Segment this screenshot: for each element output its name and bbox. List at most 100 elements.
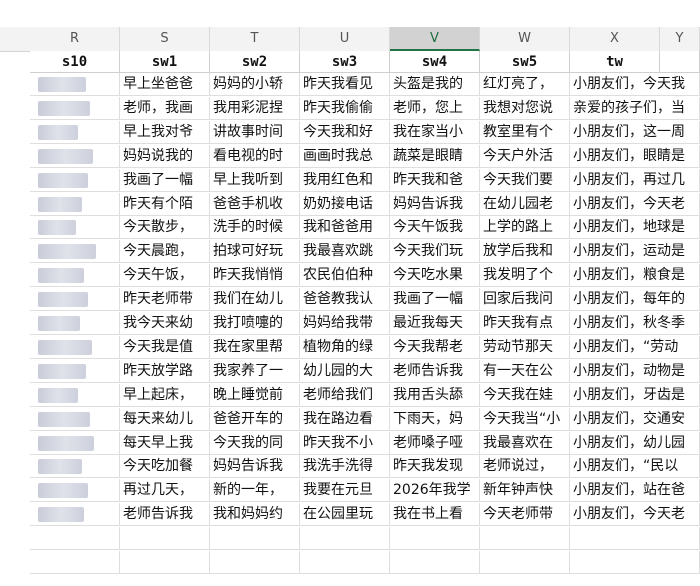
table-cell[interactable]: 小朋友们，每年的 bbox=[570, 288, 700, 312]
redacted-cell[interactable] bbox=[30, 73, 120, 96]
table-cell[interactable]: 今天我在娃 bbox=[480, 383, 570, 407]
redacted-cell[interactable] bbox=[30, 312, 120, 335]
empty-cell[interactable] bbox=[390, 527, 480, 551]
header-cell-sw1[interactable]: sw1 bbox=[120, 51, 210, 73]
column-letter-Y[interactable]: Y bbox=[660, 27, 700, 51]
table-cell[interactable]: 我画了一幅 bbox=[390, 288, 480, 312]
table-cell[interactable]: 早上我对爷 bbox=[120, 120, 210, 144]
redacted-cell[interactable] bbox=[30, 168, 120, 192]
table-cell[interactable]: 在幼儿园老 bbox=[480, 192, 570, 216]
table-cell[interactable]: 小朋友们，运动是 bbox=[570, 240, 700, 264]
table-cell[interactable]: 我在路边看 bbox=[300, 407, 390, 431]
table-cell[interactable]: 幼儿园的大 bbox=[300, 359, 390, 383]
table-cell[interactable]: 我和妈妈约 bbox=[210, 503, 300, 527]
table-cell[interactable]: 在公园里玩 bbox=[300, 503, 390, 527]
table-cell[interactable]: 今天我当“小 bbox=[480, 407, 570, 431]
redacted-cell[interactable] bbox=[30, 240, 120, 264]
table-cell[interactable]: 小朋友们，眼睛是 bbox=[570, 144, 700, 168]
table-cell[interactable]: 小朋友们，今天老 bbox=[570, 192, 700, 216]
table-cell[interactable]: 今天我们玩 bbox=[390, 240, 480, 264]
table-cell[interactable]: 红灯亮了， bbox=[480, 73, 570, 96]
table-cell[interactable]: 小朋友们，交通安 bbox=[570, 407, 700, 431]
table-cell[interactable]: 放学后我和 bbox=[480, 240, 570, 264]
column-letter-W[interactable]: W bbox=[480, 27, 570, 51]
table-cell[interactable]: 我们在幼儿 bbox=[210, 288, 300, 312]
table-cell[interactable]: 昨天我悄悄 bbox=[210, 264, 300, 288]
empty-cell[interactable] bbox=[120, 551, 210, 574]
redacted-cell[interactable] bbox=[30, 503, 120, 527]
table-cell[interactable]: 奶奶接电话 bbox=[300, 192, 390, 216]
table-cell[interactable]: 昨天放学路 bbox=[120, 359, 210, 383]
table-cell[interactable]: 今天午饭， bbox=[120, 264, 210, 288]
table-cell[interactable]: 植物角的绿 bbox=[300, 335, 390, 359]
table-cell[interactable]: 看电视的时 bbox=[210, 144, 300, 168]
table-cell[interactable]: 再过几天， bbox=[120, 479, 210, 503]
table-cell[interactable]: 爸爸教我认 bbox=[300, 288, 390, 312]
table-cell[interactable]: 妈妈告诉我 bbox=[390, 192, 480, 216]
header-cell-sw3[interactable]: sw3 bbox=[300, 51, 390, 73]
table-cell[interactable]: 小朋友们，牙齿是 bbox=[570, 383, 700, 407]
table-cell[interactable]: 今天吃加餐 bbox=[120, 455, 210, 479]
header-cell-sw5[interactable]: sw5 bbox=[480, 51, 570, 73]
table-cell[interactable]: 我和爸爸用 bbox=[300, 216, 390, 240]
table-cell[interactable]: 小朋友们，地球是 bbox=[570, 216, 700, 240]
column-letter-V[interactable]: V bbox=[390, 27, 480, 51]
empty-cell[interactable] bbox=[570, 527, 700, 551]
table-cell[interactable]: 洗手的时候 bbox=[210, 216, 300, 240]
empty-cell[interactable] bbox=[210, 551, 300, 574]
table-cell[interactable]: 讲故事时间 bbox=[210, 120, 300, 144]
redacted-cell[interactable] bbox=[30, 431, 120, 455]
table-cell[interactable]: 昨天老师带 bbox=[120, 288, 210, 312]
table-cell[interactable]: 我发明了个 bbox=[480, 264, 570, 288]
empty-cell[interactable] bbox=[210, 527, 300, 551]
table-cell[interactable]: 最近我每天 bbox=[390, 312, 480, 335]
empty-cell[interactable] bbox=[570, 551, 700, 574]
redacted-cell[interactable] bbox=[30, 288, 120, 312]
table-cell[interactable]: 我想对您说 bbox=[480, 96, 570, 120]
table-cell[interactable]: 爸爸手机收 bbox=[210, 192, 300, 216]
header-cell-s10[interactable]: s10 bbox=[30, 51, 120, 73]
table-cell[interactable]: 我最喜欢在 bbox=[480, 431, 570, 455]
table-cell[interactable]: 妈妈给我带 bbox=[300, 312, 390, 335]
empty-cell[interactable] bbox=[120, 527, 210, 551]
redacted-cell[interactable] bbox=[30, 264, 120, 288]
table-cell[interactable]: 老师给我们 bbox=[300, 383, 390, 407]
table-cell[interactable]: 我洗手洗得 bbox=[300, 455, 390, 479]
table-cell[interactable]: 回家后我问 bbox=[480, 288, 570, 312]
table-cell[interactable]: 小朋友们，站在爸 bbox=[570, 479, 700, 503]
table-cell[interactable]: 亲爱的孩子们，当 bbox=[570, 96, 700, 120]
table-cell[interactable]: 早上我听到 bbox=[210, 168, 300, 192]
table-cell[interactable]: 小朋友们，今天老 bbox=[570, 503, 700, 527]
table-cell[interactable]: 今天我和好 bbox=[300, 120, 390, 144]
table-cell[interactable]: 老师，我画 bbox=[120, 96, 210, 120]
table-cell[interactable]: 蔬菜是眼睛 bbox=[390, 144, 480, 168]
table-cell[interactable]: 2026年我学 bbox=[390, 479, 480, 503]
table-cell[interactable]: 昨天我看见 bbox=[300, 73, 390, 96]
table-cell[interactable]: 小朋友们，动物是 bbox=[570, 359, 700, 383]
table-cell[interactable]: 小朋友们，今天我 bbox=[570, 73, 700, 96]
table-cell[interactable]: 我最喜欢跳 bbox=[300, 240, 390, 264]
table-cell[interactable]: 我用彩泥捏 bbox=[210, 96, 300, 120]
redacted-cell[interactable] bbox=[30, 335, 120, 359]
redacted-cell[interactable] bbox=[30, 144, 120, 168]
table-cell[interactable]: 拍球可好玩 bbox=[210, 240, 300, 264]
table-cell[interactable]: 我用舌头舔 bbox=[390, 383, 480, 407]
table-cell[interactable]: 我今天来幼 bbox=[120, 312, 210, 335]
table-cell[interactable]: 下雨天，妈 bbox=[390, 407, 480, 431]
header-cell-tw[interactable]: tw bbox=[570, 51, 660, 73]
header-cell-sw2[interactable]: sw2 bbox=[210, 51, 300, 73]
table-cell[interactable]: 小朋友们，再过几 bbox=[570, 168, 700, 192]
table-cell[interactable]: 妈妈说我的 bbox=[120, 144, 210, 168]
table-cell[interactable]: 小朋友们，秋冬季 bbox=[570, 312, 700, 335]
redacted-cell[interactable] bbox=[30, 120, 120, 144]
redacted-cell[interactable] bbox=[30, 96, 120, 120]
redacted-cell[interactable] bbox=[30, 383, 120, 407]
table-cell[interactable]: 我用红色和 bbox=[300, 168, 390, 192]
table-cell[interactable]: 昨天我和爸 bbox=[390, 168, 480, 192]
table-cell[interactable]: 昨天有个陌 bbox=[120, 192, 210, 216]
column-letter-U[interactable]: U bbox=[300, 27, 390, 51]
table-cell[interactable]: 画画时我总 bbox=[300, 144, 390, 168]
table-cell[interactable]: 小朋友们，幼儿园 bbox=[570, 431, 700, 455]
redacted-cell[interactable] bbox=[30, 216, 120, 240]
table-cell[interactable]: 老师嗓子哑 bbox=[390, 431, 480, 455]
